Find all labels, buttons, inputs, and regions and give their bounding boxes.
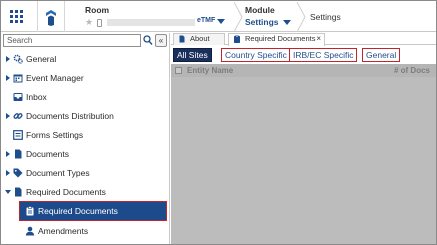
tab-label: About	[190, 34, 210, 43]
sidebar-item-label: Required Documents	[26, 187, 106, 197]
room-selector[interactable]: Room ★ eTMF	[71, 3, 231, 31]
sidebar-item-label: Forms Settings	[26, 130, 84, 140]
top-bar: Room ★ eTMF Module Settings Settings	[1, 1, 436, 32]
sidebar-item-label: Event Manager	[26, 73, 84, 83]
sidebar-item-documents[interactable]: Documents	[1, 145, 169, 163]
inbox-icon	[13, 93, 23, 101]
expand-arrow-icon[interactable]	[6, 56, 10, 62]
sidebar-item-label: Required Documents	[38, 206, 118, 216]
module-label: Module	[245, 5, 275, 15]
document-icon	[15, 187, 22, 197]
form-icon	[13, 130, 23, 140]
logo-icon	[46, 9, 56, 26]
site-filter-bar: All Sites Country Specific IRB/EC Specif…	[171, 47, 436, 63]
main-panel: About Required Documents × All Sites Cou…	[171, 33, 436, 244]
sidebar-item-label: Inbox	[26, 92, 47, 102]
filter-general[interactable]: General	[362, 48, 401, 62]
filter-all-sites[interactable]: All Sites	[173, 48, 212, 62]
sidebar-item-label: Document Types	[26, 168, 90, 178]
sidebar: « General Event Manager	[1, 33, 170, 244]
chevron-down-icon[interactable]	[283, 20, 291, 25]
room-label: Room	[85, 5, 110, 15]
document-icon	[15, 149, 22, 159]
column-header-doc-count[interactable]: # of Docs	[394, 66, 430, 75]
module-value: Settings	[245, 17, 279, 27]
grid-icon	[9, 10, 23, 23]
required-documents-grid: Entity Name # of Docs	[171, 64, 436, 244]
expand-arrow-icon[interactable]	[6, 151, 10, 157]
app-launcher-button[interactable]	[1, 1, 31, 32]
expand-arrow-icon[interactable]	[6, 170, 10, 176]
filter-country-specific[interactable]: Country Specific	[221, 48, 291, 62]
tab-bar: About Required Documents ×	[171, 33, 436, 46]
sidebar-item-required-documents[interactable]: Required Documents	[1, 183, 169, 201]
search-input[interactable]	[3, 34, 141, 47]
sidebar-item-label: General	[26, 54, 57, 64]
star-icon[interactable]: ★	[85, 18, 93, 27]
sidebar-item-forms-settings[interactable]: Forms Settings	[1, 126, 169, 144]
module-selector[interactable]: Module Settings	[245, 3, 295, 31]
tab-about[interactable]: About	[173, 33, 225, 45]
select-all-checkbox[interactable]	[175, 67, 182, 74]
room-name-redacted	[107, 19, 195, 26]
sidebar-item-documents-distribution[interactable]: Documents Distribution	[1, 107, 169, 125]
link-icon	[13, 113, 23, 119]
grid-header: Entity Name # of Docs	[171, 64, 436, 77]
sidebar-search: «	[3, 34, 167, 47]
sidebar-subitem-amendments[interactable]: Amendments	[1, 222, 169, 240]
breadcrumb-current: Settings	[310, 12, 341, 22]
breadcrumb-separator-icon	[296, 2, 306, 32]
room-tag: eTMF	[197, 17, 216, 24]
column-header-entity-name[interactable]: Entity Name	[187, 66, 233, 75]
gears-icon	[13, 54, 23, 64]
sidebar-item-document-types[interactable]: Document Types	[1, 164, 169, 182]
document-icon	[179, 35, 185, 43]
breadcrumb-separator-icon	[233, 2, 243, 32]
tab-required-documents[interactable]: Required Documents ×	[228, 33, 325, 46]
sidebar-item-label: Documents Distribution	[26, 111, 114, 121]
sidebar-item-inbox[interactable]: Inbox	[1, 88, 169, 106]
collapse-arrow-icon[interactable]	[5, 190, 11, 194]
expand-arrow-icon[interactable]	[6, 75, 10, 81]
sidebar-subitem-required-documents[interactable]: Required Documents	[19, 201, 167, 221]
clipboard-icon	[26, 206, 34, 216]
expand-arrow-icon[interactable]	[6, 113, 10, 119]
sidebar-item-label: Amendments	[38, 226, 89, 236]
tab-label: Required Documents	[245, 34, 316, 43]
filter-irb-ec-specific[interactable]: IRB/EC Specific	[289, 48, 358, 62]
sidebar-item-general[interactable]: General	[1, 50, 169, 68]
clipboard-icon	[234, 35, 240, 43]
person-icon	[25, 226, 35, 236]
sidebar-item-event-manager[interactable]: Event Manager	[1, 69, 169, 87]
sidebar-item-label: Documents	[26, 149, 69, 159]
calendar-icon	[13, 74, 23, 83]
logo[interactable]	[37, 1, 65, 32]
close-icon[interactable]: ×	[316, 34, 321, 44]
phone-icon	[97, 19, 102, 27]
tag-icon	[13, 168, 23, 178]
search-icon[interactable]	[143, 35, 153, 46]
chevron-down-icon[interactable]	[217, 19, 225, 24]
collapse-sidebar-button[interactable]: «	[155, 34, 167, 47]
